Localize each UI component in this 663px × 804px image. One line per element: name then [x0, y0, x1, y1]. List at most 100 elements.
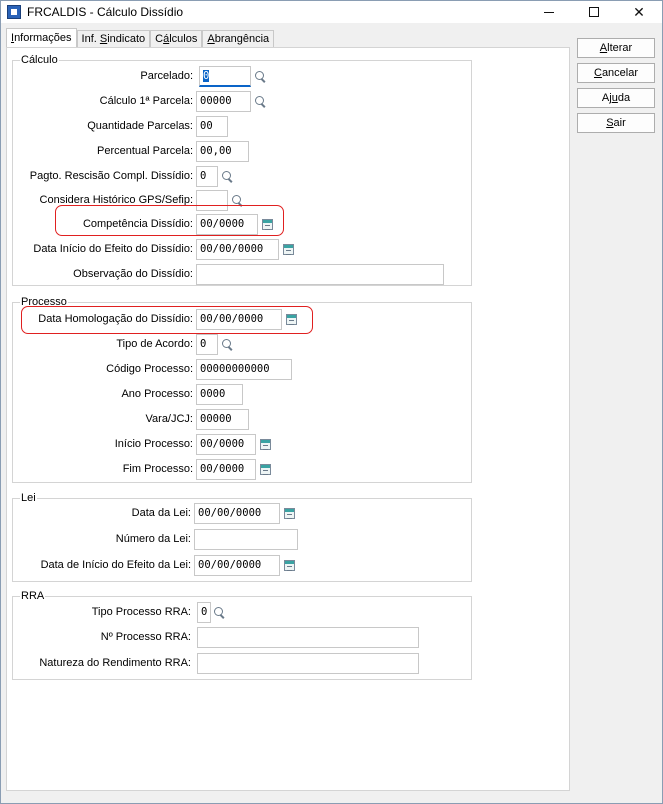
tipo-processo-rra-lookup-button[interactable] [211, 602, 228, 623]
data-lei-input[interactable]: 00/00/0000 [194, 503, 280, 524]
alterar-button[interactable]: Alterar [577, 38, 655, 58]
data-inicio-efeito-lei-calendar-button[interactable] [281, 555, 298, 576]
button-label: da [617, 92, 631, 104]
row-natureza-rendimento-rra: Natureza do Rendimento RRA: [13, 653, 191, 674]
quantidade-parcelas-label: Quantidade Parcelas: [87, 120, 193, 132]
close-icon: ✕ [633, 3, 645, 20]
row-observacao: Observação do Dissídio: [13, 264, 193, 285]
parcelado-input[interactable]: 0 [199, 66, 251, 87]
row-numero-processo-rra: Nº Processo RRA: [13, 627, 191, 648]
tab-label: C [155, 33, 164, 45]
row-inicio-processo: Início Processo: [13, 434, 193, 455]
percentual-parcela-input[interactable]: 00,00 [196, 141, 249, 162]
data-inicio-efeito-lei-input[interactable]: 00/00/0000 [194, 555, 280, 576]
dialog-window: FRCALDIS - Cálculo Dissídio ✕ Informaçõe… [0, 0, 663, 804]
button-label: Aj [601, 92, 612, 104]
row-data-lei: Data da Lei: [13, 503, 191, 524]
calendar-icon [283, 244, 294, 255]
tab-informacoes[interactable]: Informações [6, 28, 77, 47]
title-bar: FRCALDIS - Cálculo Dissídio ✕ [1, 1, 662, 23]
quantidade-parcelas-input[interactable]: 00 [196, 116, 228, 137]
row-ano-processo: Ano Processo: [13, 384, 193, 405]
search-icon [214, 607, 225, 618]
data-lei-calendar-button[interactable] [281, 503, 298, 524]
inicio-processo-input[interactable]: 00/0000 [196, 434, 256, 455]
minimize-icon [544, 11, 554, 13]
vara-jcj-input[interactable]: 00000 [196, 409, 249, 430]
data-inicio-efeito-input[interactable]: 00/00/0000 [196, 239, 279, 260]
row-tipo-processo-rra: Tipo Processo RRA: [13, 602, 191, 623]
calculo-1-parcela-label: Cálculo 1ª Parcela: [99, 95, 193, 107]
maximize-button[interactable] [571, 1, 617, 23]
button-label: air [613, 117, 626, 129]
fim-processo-label: Fim Processo: [122, 463, 193, 475]
row-numero-lei: Número da Lei: [13, 529, 191, 550]
search-icon [222, 339, 233, 350]
calculo-1-parcela-input[interactable]: 00000 [196, 91, 251, 112]
pagto-rescisao-input[interactable]: 0 [196, 166, 218, 187]
button-mnemonic: S [606, 117, 614, 129]
search-icon [222, 171, 233, 182]
fim-processo-input[interactable]: 00/0000 [196, 459, 256, 480]
row-quantidade-parcelas: Quantidade Parcelas: [13, 116, 193, 137]
cancelar-button[interactable]: Cancelar [577, 63, 655, 83]
numero-processo-rra-input[interactable] [197, 627, 419, 648]
observacao-input[interactable] [196, 264, 444, 285]
tab-label: brangência [214, 33, 270, 45]
app-icon [7, 5, 21, 19]
fim-processo-calendar-button[interactable] [257, 459, 274, 480]
row-pagto-rescisao: Pagto. Rescisão Compl. Dissídio: [13, 166, 193, 187]
pagto-rescisao-lookup-button[interactable] [219, 166, 236, 187]
data-inicio-efeito-calendar-button[interactable] [280, 239, 297, 260]
search-icon [255, 96, 266, 107]
tab-calculos[interactable]: Cálculos [150, 30, 203, 47]
tipo-acordo-input[interactable]: 0 [196, 334, 218, 355]
row-tipo-acordo: Tipo de Acordo: [13, 334, 193, 355]
ano-processo-input[interactable]: 0000 [196, 384, 243, 405]
row-parcelado: Parcelado: [13, 66, 193, 87]
row-fim-processo: Fim Processo: [13, 459, 193, 480]
tipo-processo-rra-input[interactable]: 0 [197, 602, 211, 623]
tab-label: indicato [107, 33, 146, 45]
row-data-inicio-efeito-lei: Data de Início do Efeito da Lei: [13, 555, 191, 576]
tab-inf-sindicato[interactable]: Inf. Sindicato [76, 30, 151, 47]
highlight-competencia-dissidio [55, 205, 284, 236]
percentual-parcela-label: Percentual Parcela: [97, 145, 193, 157]
ajuda-button[interactable]: Ajuda [577, 88, 655, 108]
tab-panel-informacoes: Cálculo Parcelado: 0 Cálculo 1ª Parcela:… [6, 47, 570, 791]
button-mnemonic: C [593, 67, 602, 79]
group-rra: RRA Tipo Processo RRA: 0 Nº Processo RRA… [12, 590, 472, 680]
tab-abrangencia[interactable]: Abrangência [202, 30, 275, 47]
data-lei-label: Data da Lei: [131, 507, 191, 519]
tipo-acordo-label: Tipo de Acordo: [116, 338, 193, 350]
codigo-processo-label: Código Processo: [106, 363, 193, 375]
tab-strip: Informações Inf. Sindicato Cálculos Abra… [6, 28, 275, 47]
ano-processo-label: Ano Processo: [121, 388, 193, 400]
row-percentual-parcela: Percentual Parcela: [13, 141, 193, 162]
calendar-icon [284, 508, 295, 519]
natureza-rendimento-rra-input[interactable] [197, 653, 419, 674]
window-title: FRCALDIS - Cálculo Dissídio [27, 5, 184, 19]
inicio-processo-calendar-button[interactable] [257, 434, 274, 455]
minimize-button[interactable] [526, 1, 572, 23]
parcelado-lookup-button[interactable] [252, 66, 269, 87]
calculo-1-parcela-lookup-button[interactable] [252, 91, 269, 112]
inicio-processo-label: Início Processo: [114, 438, 193, 450]
group-lei: Lei Data da Lei: 00/00/0000 Número da Le… [12, 492, 472, 582]
natureza-rendimento-rra-label: Natureza do Rendimento RRA: [39, 657, 191, 669]
row-codigo-processo: Código Processo: [13, 359, 193, 380]
tipo-acordo-lookup-button[interactable] [219, 334, 236, 355]
button-label: ancelar [601, 67, 639, 79]
sair-button[interactable]: Sair [577, 113, 655, 133]
highlight-data-homologacao [21, 306, 313, 334]
numero-lei-input[interactable] [194, 529, 298, 550]
search-icon [255, 71, 266, 82]
observacao-label: Observação do Dissídio: [73, 268, 193, 280]
tipo-processo-rra-label: Tipo Processo RRA: [91, 606, 191, 618]
pagto-rescisao-label: Pagto. Rescisão Compl. Dissídio: [29, 170, 193, 182]
codigo-processo-input[interactable]: 00000000000 [196, 359, 292, 380]
tab-label: lculos [169, 33, 198, 45]
close-button[interactable]: ✕ [616, 1, 662, 23]
numero-processo-rra-label: Nº Processo RRA: [100, 631, 191, 643]
row-calculo-1-parcela: Cálculo 1ª Parcela: [13, 91, 193, 112]
